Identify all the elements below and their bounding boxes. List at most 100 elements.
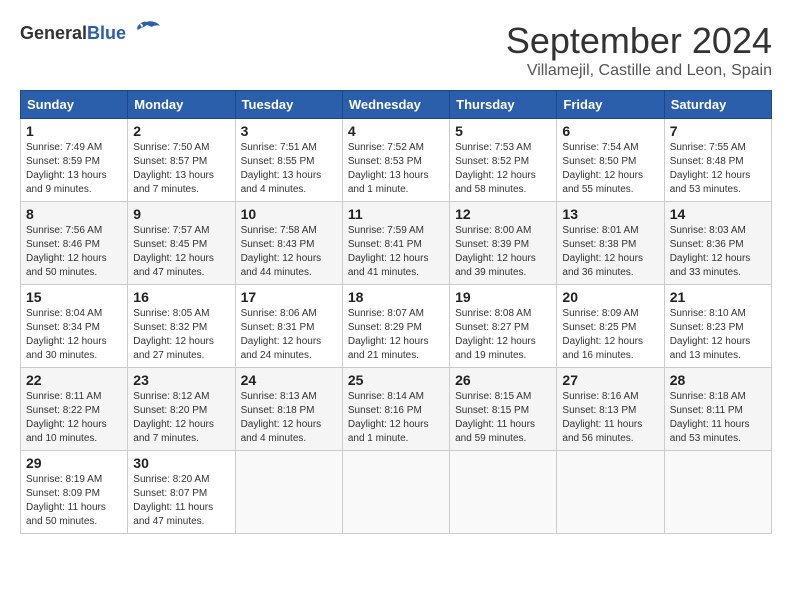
daylight-label: Daylight: 12 hours and 4 minutes. xyxy=(241,419,322,444)
calendar-cell: 5 Sunrise: 7:53 AM Sunset: 8:52 PM Dayli… xyxy=(450,119,557,202)
day-number: 9 xyxy=(133,206,229,222)
calendar-cell: 13 Sunrise: 8:01 AM Sunset: 8:38 PM Dayl… xyxy=(557,202,664,285)
day-info: Sunrise: 7:53 AM Sunset: 8:52 PM Dayligh… xyxy=(455,141,551,197)
sunrise-label: Sunrise: 8:04 AM xyxy=(26,308,102,319)
daylight-label: Daylight: 13 hours and 1 minute. xyxy=(348,170,429,195)
sunset-label: Sunset: 8:36 PM xyxy=(670,239,744,250)
daylight-label: Daylight: 11 hours and 50 minutes. xyxy=(26,502,106,527)
day-number: 17 xyxy=(241,289,337,305)
sunset-label: Sunset: 8:16 PM xyxy=(348,405,422,416)
weekday-header-wednesday: Wednesday xyxy=(342,91,449,119)
daylight-label: Daylight: 12 hours and 50 minutes. xyxy=(26,253,107,278)
daylight-label: Daylight: 11 hours and 53 minutes. xyxy=(670,419,750,444)
day-number: 24 xyxy=(241,372,337,388)
sunset-label: Sunset: 8:50 PM xyxy=(562,156,636,167)
day-number: 5 xyxy=(455,123,551,139)
sunset-label: Sunset: 8:32 PM xyxy=(133,322,207,333)
sunrise-label: Sunrise: 8:09 AM xyxy=(562,308,638,319)
sunrise-label: Sunrise: 7:57 AM xyxy=(133,225,209,236)
day-info: Sunrise: 7:59 AM Sunset: 8:41 PM Dayligh… xyxy=(348,224,444,280)
day-info: Sunrise: 8:12 AM Sunset: 8:20 PM Dayligh… xyxy=(133,390,229,446)
day-info: Sunrise: 8:16 AM Sunset: 8:13 PM Dayligh… xyxy=(562,390,658,446)
calendar-week-5: 29 Sunrise: 8:19 AM Sunset: 8:09 PM Dayl… xyxy=(21,451,772,534)
day-number: 20 xyxy=(562,289,658,305)
sunrise-label: Sunrise: 8:11 AM xyxy=(26,391,101,402)
calendar-cell: 17 Sunrise: 8:06 AM Sunset: 8:31 PM Dayl… xyxy=(235,285,342,368)
weekday-header-tuesday: Tuesday xyxy=(235,91,342,119)
calendar-week-1: 1 Sunrise: 7:49 AM Sunset: 8:59 PM Dayli… xyxy=(21,119,772,202)
day-info: Sunrise: 7:49 AM Sunset: 8:59 PM Dayligh… xyxy=(26,141,122,197)
calendar-header-row: SundayMondayTuesdayWednesdayThursdayFrid… xyxy=(21,91,772,119)
calendar-cell: 18 Sunrise: 8:07 AM Sunset: 8:29 PM Dayl… xyxy=(342,285,449,368)
sunrise-label: Sunrise: 8:07 AM xyxy=(348,308,424,319)
calendar-cell: 12 Sunrise: 8:00 AM Sunset: 8:39 PM Dayl… xyxy=(450,202,557,285)
sunrise-label: Sunrise: 8:03 AM xyxy=(670,225,746,236)
day-number: 23 xyxy=(133,372,229,388)
daylight-label: Daylight: 12 hours and 21 minutes. xyxy=(348,336,429,361)
sunset-label: Sunset: 8:11 PM xyxy=(670,405,743,416)
day-number: 7 xyxy=(670,123,766,139)
calendar-cell xyxy=(235,451,342,534)
page-header: GeneralBlue September 2024 Villamejil, C… xyxy=(20,20,772,80)
sunrise-label: Sunrise: 8:12 AM xyxy=(133,391,209,402)
day-number: 29 xyxy=(26,455,122,471)
day-number: 21 xyxy=(670,289,766,305)
calendar-cell: 27 Sunrise: 8:16 AM Sunset: 8:13 PM Dayl… xyxy=(557,368,664,451)
calendar-week-3: 15 Sunrise: 8:04 AM Sunset: 8:34 PM Dayl… xyxy=(21,285,772,368)
daylight-label: Daylight: 12 hours and 13 minutes. xyxy=(670,336,751,361)
daylight-label: Daylight: 12 hours and 19 minutes. xyxy=(455,336,536,361)
day-number: 13 xyxy=(562,206,658,222)
weekday-header-thursday: Thursday xyxy=(450,91,557,119)
daylight-label: Daylight: 13 hours and 4 minutes. xyxy=(241,170,322,195)
day-info: Sunrise: 8:06 AM Sunset: 8:31 PM Dayligh… xyxy=(241,307,337,363)
logo-blue: Blue xyxy=(87,23,126,43)
day-info: Sunrise: 8:19 AM Sunset: 8:09 PM Dayligh… xyxy=(26,473,122,529)
daylight-label: Daylight: 13 hours and 9 minutes. xyxy=(26,170,107,195)
sunrise-label: Sunrise: 8:19 AM xyxy=(26,474,102,485)
calendar-cell: 20 Sunrise: 8:09 AM Sunset: 8:25 PM Dayl… xyxy=(557,285,664,368)
sunrise-label: Sunrise: 7:49 AM xyxy=(26,142,102,153)
calendar-table: SundayMondayTuesdayWednesdayThursdayFrid… xyxy=(20,90,772,534)
sunset-label: Sunset: 8:25 PM xyxy=(562,322,636,333)
day-info: Sunrise: 7:50 AM Sunset: 8:57 PM Dayligh… xyxy=(133,141,229,197)
day-info: Sunrise: 8:10 AM Sunset: 8:23 PM Dayligh… xyxy=(670,307,766,363)
day-info: Sunrise: 8:14 AM Sunset: 8:16 PM Dayligh… xyxy=(348,390,444,446)
weekday-header-sunday: Sunday xyxy=(21,91,128,119)
day-info: Sunrise: 8:18 AM Sunset: 8:11 PM Dayligh… xyxy=(670,390,766,446)
sunset-label: Sunset: 8:38 PM xyxy=(562,239,636,250)
day-info: Sunrise: 8:00 AM Sunset: 8:39 PM Dayligh… xyxy=(455,224,551,280)
sunrise-label: Sunrise: 8:01 AM xyxy=(562,225,638,236)
logo-bird-icon xyxy=(132,20,162,47)
daylight-label: Daylight: 12 hours and 33 minutes. xyxy=(670,253,751,278)
sunset-label: Sunset: 8:09 PM xyxy=(26,488,100,499)
calendar-week-2: 8 Sunrise: 7:56 AM Sunset: 8:46 PM Dayli… xyxy=(21,202,772,285)
day-number: 8 xyxy=(26,206,122,222)
sunrise-label: Sunrise: 8:10 AM xyxy=(670,308,746,319)
calendar-cell: 21 Sunrise: 8:10 AM Sunset: 8:23 PM Dayl… xyxy=(664,285,771,368)
day-number: 18 xyxy=(348,289,444,305)
logo-general: General xyxy=(20,23,87,43)
sunset-label: Sunset: 8:31 PM xyxy=(241,322,315,333)
sunrise-label: Sunrise: 8:14 AM xyxy=(348,391,424,402)
daylight-label: Daylight: 12 hours and 7 minutes. xyxy=(133,419,214,444)
calendar-cell xyxy=(342,451,449,534)
sunset-label: Sunset: 8:27 PM xyxy=(455,322,529,333)
calendar-cell: 15 Sunrise: 8:04 AM Sunset: 8:34 PM Dayl… xyxy=(21,285,128,368)
calendar-cell: 7 Sunrise: 7:55 AM Sunset: 8:48 PM Dayli… xyxy=(664,119,771,202)
day-number: 15 xyxy=(26,289,122,305)
day-number: 1 xyxy=(26,123,122,139)
day-number: 19 xyxy=(455,289,551,305)
day-info: Sunrise: 8:11 AM Sunset: 8:22 PM Dayligh… xyxy=(26,390,122,446)
calendar-cell: 23 Sunrise: 8:12 AM Sunset: 8:20 PM Dayl… xyxy=(128,368,235,451)
sunset-label: Sunset: 8:45 PM xyxy=(133,239,207,250)
calendar-cell: 9 Sunrise: 7:57 AM Sunset: 8:45 PM Dayli… xyxy=(128,202,235,285)
daylight-label: Daylight: 12 hours and 36 minutes. xyxy=(562,253,643,278)
day-number: 2 xyxy=(133,123,229,139)
calendar-cell: 6 Sunrise: 7:54 AM Sunset: 8:50 PM Dayli… xyxy=(557,119,664,202)
sunrise-label: Sunrise: 8:00 AM xyxy=(455,225,531,236)
sunrise-label: Sunrise: 8:13 AM xyxy=(241,391,317,402)
sunset-label: Sunset: 8:07 PM xyxy=(133,488,207,499)
weekday-header-saturday: Saturday xyxy=(664,91,771,119)
day-info: Sunrise: 8:04 AM Sunset: 8:34 PM Dayligh… xyxy=(26,307,122,363)
calendar-cell: 16 Sunrise: 8:05 AM Sunset: 8:32 PM Dayl… xyxy=(128,285,235,368)
